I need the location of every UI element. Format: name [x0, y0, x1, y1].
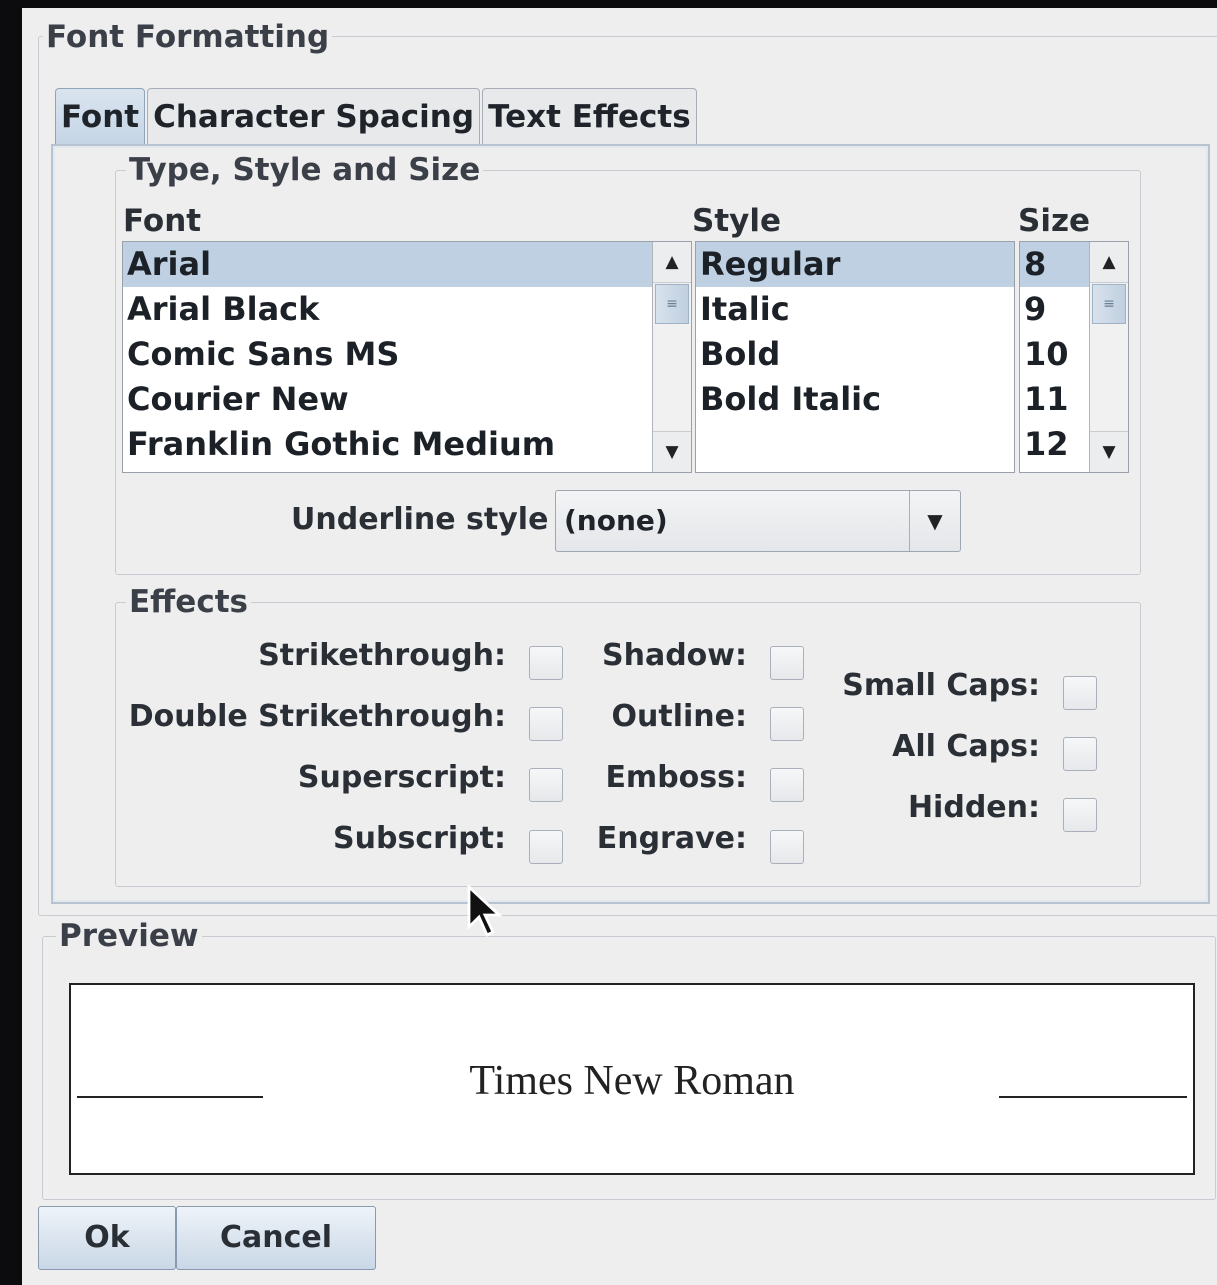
emboss-checkbox[interactable]: [770, 768, 804, 802]
scroll-down-arrow-icon[interactable]: ▼: [1090, 431, 1128, 472]
superscript-checkbox[interactable]: [529, 768, 563, 802]
engrave-checkbox[interactable]: [770, 830, 804, 864]
double-strikethrough-checkbox[interactable]: [529, 707, 563, 741]
list-item[interactable]: Franklin Gothic Medium: [123, 422, 691, 467]
list-item[interactable]: Italic: [696, 287, 1014, 332]
strikethrough-label: Strikethrough:: [258, 638, 506, 673]
scroll-up-arrow-icon[interactable]: ▲: [1090, 242, 1128, 283]
shadow-label: Shadow:: [601, 638, 747, 673]
scroll-thumb[interactable]: ≡: [1092, 284, 1126, 324]
preview-line-right: [999, 1096, 1187, 1098]
chevron-down-icon[interactable]: ▼: [909, 491, 960, 551]
underline-style-label: Underline style: [291, 502, 549, 537]
font-list-scrollbar[interactable]: ▲ ≡ ▼: [652, 242, 691, 472]
emboss-label: Emboss:: [605, 760, 747, 795]
all-caps-checkbox[interactable]: [1063, 737, 1097, 771]
size-column-label: Size: [1018, 203, 1091, 239]
list-item[interactable]: Comic Sans MS: [123, 332, 691, 377]
subscript-checkbox[interactable]: [529, 830, 563, 864]
hidden-checkbox[interactable]: [1063, 798, 1097, 832]
effects-title: Effects: [126, 585, 251, 619]
tab-strip: Font Character Spacing Text Effects: [55, 88, 699, 147]
size-list[interactable]: 8 9 10 11 12 ▲ ≡ ▼: [1019, 241, 1129, 473]
size-list-scrollbar[interactable]: ▲ ≡ ▼: [1089, 242, 1128, 472]
font-list[interactable]: Arial Arial Black Comic Sans MS Courier …: [122, 241, 692, 473]
tab-character-spacing[interactable]: Character Spacing: [147, 88, 481, 145]
outline-checkbox[interactable]: [770, 707, 804, 741]
scroll-thumb[interactable]: ≡: [655, 284, 689, 324]
mouse-pointer-icon: [467, 883, 503, 937]
small-caps-checkbox[interactable]: [1063, 676, 1097, 710]
list-item[interactable]: Courier New: [123, 377, 691, 422]
dialog-title: Font Formatting: [43, 20, 333, 54]
tab-font[interactable]: Font: [55, 88, 146, 147]
all-caps-label: All Caps:: [892, 729, 1040, 764]
list-item[interactable]: Arial Black: [123, 287, 691, 332]
cancel-button[interactable]: Cancel: [176, 1206, 376, 1270]
subscript-label: Subscript:: [333, 821, 506, 856]
list-item[interactable]: Arial: [123, 242, 691, 287]
scroll-down-arrow-icon[interactable]: ▼: [653, 431, 691, 472]
font-column-label: Font: [123, 203, 202, 239]
ok-button[interactable]: Ok: [38, 1206, 176, 1270]
list-item[interactable]: Bold Italic: [696, 377, 1014, 422]
engrave-label: Engrave:: [596, 821, 747, 856]
style-list[interactable]: Regular Italic Bold Bold Italic: [695, 241, 1015, 473]
underline-style-value: (none): [564, 504, 668, 537]
small-caps-label: Small Caps:: [842, 668, 1040, 703]
outline-label: Outline:: [611, 699, 747, 734]
font-formatting-dialog: Font Formatting Font Character Spacing T…: [22, 8, 1217, 1285]
list-item[interactable]: Bold: [696, 332, 1014, 377]
shadow-checkbox[interactable]: [770, 646, 804, 680]
type-style-size-title: Type, Style and Size: [126, 153, 484, 187]
double-strikethrough-label: Double Strikethrough:: [128, 699, 506, 734]
underline-style-dropdown[interactable]: (none) ▼: [555, 490, 961, 552]
list-item[interactable]: Regular: [696, 242, 1014, 287]
hidden-label: Hidden:: [907, 790, 1040, 825]
scroll-up-arrow-icon[interactable]: ▲: [653, 242, 691, 283]
style-column-label: Style: [692, 203, 782, 239]
superscript-label: Superscript:: [297, 760, 506, 795]
tab-text-effects[interactable]: Text Effects: [482, 88, 697, 145]
preview-area: Times New Roman: [69, 983, 1195, 1175]
preview-title: Preview: [56, 919, 202, 953]
strikethrough-checkbox[interactable]: [529, 646, 563, 680]
